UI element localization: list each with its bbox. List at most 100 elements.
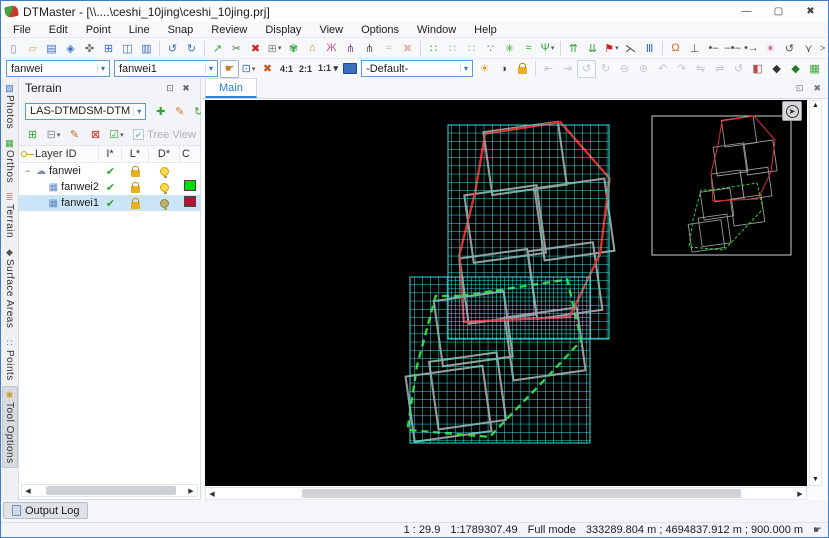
- contrast[interactable]: ◑: [494, 60, 513, 78]
- snap-stake[interactable]: ⊥: [685, 39, 704, 57]
- layer-options[interactable]: ⊟ ▾: [44, 126, 63, 144]
- zoom-next[interactable]: ⊕: [634, 60, 653, 78]
- layer-row-fanwei2[interactable]: ▦ fanwei2 ✔: [19, 179, 200, 195]
- doc-close-button[interactable]: ✖: [813, 83, 821, 94]
- minimize-button[interactable]: —: [733, 3, 760, 20]
- grid-options[interactable]: ⊞ ▾: [265, 39, 284, 57]
- zoom-2-1[interactable]: 2:1: [296, 64, 315, 74]
- reset-view[interactable]: ↺: [729, 60, 748, 78]
- photo-table[interactable]: ⊞: [99, 39, 118, 57]
- smooth-tool[interactable]: ≈: [519, 39, 538, 57]
- close-button[interactable]: ✖: [797, 3, 824, 20]
- densify-grid-2[interactable]: ∷: [443, 39, 462, 57]
- photo-list[interactable]: ▥: [137, 39, 156, 57]
- north-arrow-button[interactable]: ➤: [782, 101, 802, 121]
- vegetation-filter[interactable]: Ψ ▾: [538, 39, 557, 57]
- free-rotate[interactable]: ↺: [577, 59, 597, 78]
- pan-to-terrain[interactable]: ✚: [151, 102, 170, 120]
- column-color[interactable]: C: [180, 146, 200, 162]
- menu-window[interactable]: Window: [408, 24, 465, 36]
- sidebar-tab-points[interactable]: ∷ Points: [2, 335, 18, 384]
- page-prev[interactable]: ⇤: [539, 60, 558, 78]
- add-layer[interactable]: ⊞: [23, 126, 42, 144]
- visible-check-icon[interactable]: ✔: [99, 181, 122, 194]
- menu-display[interactable]: Display: [256, 24, 310, 36]
- scroll-down-arrow[interactable]: ▼: [812, 475, 819, 485]
- rotate-right[interactable]: ↷: [672, 60, 691, 78]
- open-folder[interactable]: ▱: [23, 39, 42, 57]
- cut-line[interactable]: ✂: [227, 39, 246, 57]
- redo[interactable]: ↻: [182, 39, 201, 57]
- paint-surface[interactable]: ✾: [284, 39, 303, 57]
- zoom-window[interactable]: ⊡ ▾: [239, 60, 258, 78]
- scroll-thumb[interactable]: [46, 486, 176, 495]
- menu-review[interactable]: Review: [202, 24, 256, 36]
- ortho-view[interactable]: ▦: [805, 60, 824, 78]
- zoom-1-1[interactable]: 1:1 ▾: [315, 63, 341, 74]
- display-lock[interactable]: [513, 60, 532, 78]
- layer-group-combo[interactable]: fanwei ▾: [6, 60, 110, 77]
- sidebar-tab-orthos[interactable]: ▦ Orthos: [2, 135, 18, 186]
- rotate-tool[interactable]: ↺: [780, 39, 799, 57]
- edit-house[interactable]: ⌂: [303, 39, 322, 57]
- layer-row-fanwei1[interactable]: ▦ fanwei1 ✔: [19, 195, 200, 211]
- spray-points[interactable]: ✴: [761, 39, 780, 57]
- save-project[interactable]: ▤: [42, 39, 61, 57]
- unlocked-icon[interactable]: [131, 197, 140, 209]
- tree-view-checkbox[interactable]: ✔: [133, 129, 145, 140]
- compare-overlay[interactable]: ◧: [748, 60, 767, 78]
- select-layers[interactable]: ☑ ▾: [107, 126, 126, 144]
- tab-main[interactable]: Main: [205, 78, 257, 98]
- brightness[interactable]: ☀: [475, 60, 494, 78]
- column-lock[interactable]: L*: [122, 146, 149, 162]
- station-marker[interactable]: Ж: [322, 39, 341, 57]
- merge-tool[interactable]: ≈: [379, 39, 398, 57]
- zoom-prev[interactable]: ⊖: [615, 60, 634, 78]
- layer-combo[interactable]: fanwei1 ▾: [114, 60, 218, 77]
- densify-grid[interactable]: ∷: [424, 39, 443, 57]
- color-swatch[interactable]: [184, 196, 196, 207]
- flip-horizontal[interactable]: ⇋: [691, 60, 710, 78]
- seed-point[interactable]: ✳: [500, 39, 519, 57]
- layer-row-fanwei[interactable]: − ☁ fanwei ✔: [19, 163, 200, 179]
- unlocked-icon[interactable]: [131, 181, 140, 193]
- output-log-tab[interactable]: Output Log: [3, 502, 89, 519]
- section-view[interactable]: Ⅲ: [640, 39, 659, 57]
- select-photo[interactable]: ✜: [80, 39, 99, 57]
- panel-float-button[interactable]: ⊡: [162, 83, 178, 94]
- rotate-left[interactable]: ↶: [653, 60, 672, 78]
- stereo-mode-2[interactable]: ◆: [786, 60, 805, 78]
- profile-lines-2[interactable]: ⋔: [360, 39, 379, 57]
- visible-check-icon[interactable]: ✔: [99, 165, 122, 178]
- menu-line[interactable]: Line: [120, 24, 159, 36]
- snap-magnet[interactable]: Ω: [666, 39, 685, 57]
- demote-down[interactable]: ⇊: [583, 39, 602, 57]
- edit-terrain[interactable]: ✎: [170, 102, 189, 120]
- delete-selection[interactable]: ✖: [398, 39, 417, 57]
- doc-float-button[interactable]: ⊡: [796, 83, 804, 94]
- sidebar-tab-terrain[interactable]: ≣ Terrain: [2, 189, 18, 241]
- overview-minimap[interactable]: [651, 115, 792, 256]
- display-bulb-icon[interactable]: [160, 198, 169, 210]
- scroll-thumb[interactable]: [302, 489, 741, 498]
- scroll-left-arrow[interactable]: ◀: [22, 487, 34, 495]
- canvas-vertical-scrollbar[interactable]: ▲ ▼: [809, 100, 822, 486]
- menu-file[interactable]: File: [4, 24, 40, 36]
- color-swatch[interactable]: [184, 180, 196, 191]
- delete-layer[interactable]: ⊠: [86, 126, 105, 144]
- snap-midpoint[interactable]: –•–: [723, 39, 742, 57]
- restore-button[interactable]: ▢: [765, 3, 792, 20]
- scroll-up-arrow[interactable]: ▲: [812, 101, 819, 111]
- terrain-combo[interactable]: LAS-DTMDSM-DTM ▾: [25, 102, 147, 120]
- scroll-right-arrow[interactable]: ▶: [185, 487, 197, 495]
- canvas-horizontal-scrollbar[interactable]: ◀ ▶: [205, 487, 807, 500]
- sidebar-tab-tool-options[interactable]: ✱ Tool Options: [1, 386, 18, 468]
- sidebar-tab-photos[interactable]: ▧ Photos: [2, 80, 18, 132]
- photo-pair[interactable]: ◫: [118, 39, 137, 57]
- draw-line[interactable]: ↗: [208, 39, 227, 57]
- sidebar-tab-surface-areas[interactable]: ◆ Surface Areas: [2, 244, 18, 331]
- expander[interactable]: −: [25, 166, 33, 176]
- goto-photo[interactable]: ◈: [61, 39, 80, 57]
- page-next[interactable]: ⇥: [558, 60, 577, 78]
- menu-point[interactable]: Point: [77, 24, 120, 36]
